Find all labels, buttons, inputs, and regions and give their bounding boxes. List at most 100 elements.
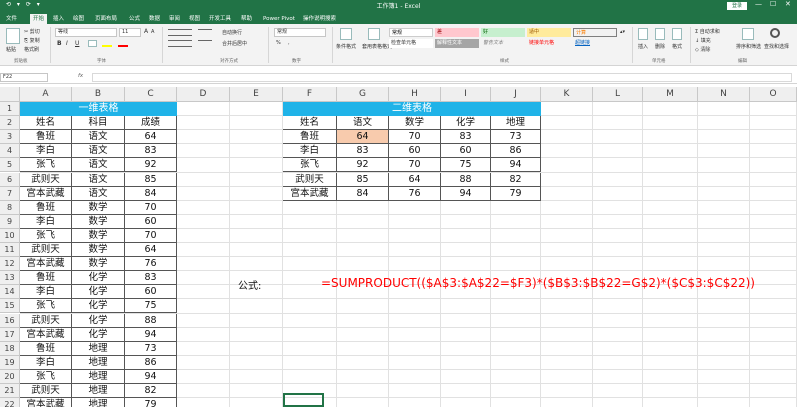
column-header[interactable]: B: [72, 87, 125, 102]
table1-cell[interactable]: 70: [125, 228, 177, 243]
format-as-table-icon[interactable]: [368, 28, 380, 40]
table2-cell[interactable]: 60: [441, 144, 491, 159]
table1-cell[interactable]: 武则天: [20, 384, 72, 399]
tab-power-pivot[interactable]: Power Pivot: [260, 14, 298, 24]
table2-cell[interactable]: 75: [441, 158, 491, 173]
table1-cell[interactable]: 化学: [72, 327, 125, 342]
merge-center-button[interactable]: 合并后居中: [222, 40, 247, 47]
table1-cell[interactable]: 76: [125, 257, 177, 272]
column-header[interactable]: J: [491, 87, 541, 102]
table2-cell[interactable]: 70: [389, 130, 441, 145]
maximize-icon[interactable]: ☐: [770, 0, 776, 8]
table1-cell[interactable]: 化学: [72, 299, 125, 314]
column-header[interactable]: G: [337, 87, 389, 102]
table2-cell[interactable]: 92: [337, 158, 389, 173]
column-header[interactable]: H: [389, 87, 441, 102]
table2-header[interactable]: 地理: [491, 116, 541, 131]
row-header[interactable]: 14: [0, 285, 20, 300]
row-header[interactable]: 18: [0, 341, 20, 356]
table1-cell[interactable]: 张飞: [20, 369, 72, 384]
table1-cell[interactable]: 地理: [72, 398, 125, 407]
column-header[interactable]: E: [230, 87, 283, 102]
tab-developer[interactable]: 开发工具: [206, 14, 234, 24]
table1-cell[interactable]: 地理: [72, 341, 125, 356]
delete-cells-button[interactable]: 删除: [655, 43, 665, 50]
table1-cell[interactable]: 83: [125, 144, 177, 159]
underline-button[interactable]: U: [75, 40, 79, 47]
conditional-format-icon[interactable]: [340, 28, 352, 40]
table1-cell[interactable]: 数学: [72, 228, 125, 243]
fx-icon[interactable]: fx: [78, 73, 83, 79]
orientation-icon[interactable]: [198, 29, 212, 36]
tell-me-search[interactable]: 操作说明搜索: [300, 14, 339, 24]
delete-cells-icon[interactable]: [655, 28, 665, 40]
table1-header[interactable]: 姓名: [20, 116, 72, 131]
table1-cell[interactable]: 地理: [72, 369, 125, 384]
tab-view[interactable]: 视图: [186, 14, 203, 24]
table2-cell[interactable]: 73: [491, 130, 541, 145]
tab-page-layout[interactable]: 页面布局: [92, 14, 120, 24]
column-header[interactable]: K: [541, 87, 593, 102]
paste-icon[interactable]: [6, 28, 20, 44]
table1-cell[interactable]: 83: [125, 271, 177, 286]
table1-cell[interactable]: 86: [125, 355, 177, 370]
fill-button[interactable]: ↓ 填充: [695, 37, 711, 44]
insert-cells-button[interactable]: 插入: [638, 43, 648, 50]
tab-home[interactable]: 开始: [30, 14, 48, 24]
styles-scroll-icon[interactable]: ▴▾: [620, 29, 625, 35]
table2-header[interactable]: 姓名: [283, 116, 337, 131]
table1-cell[interactable]: 李白: [20, 285, 72, 300]
table1-cell[interactable]: 数学: [72, 257, 125, 272]
row-header[interactable]: 22: [0, 398, 20, 407]
style-normal[interactable]: 常规: [389, 28, 433, 37]
table2-cell[interactable]: 60: [389, 144, 441, 159]
table1-cell[interactable]: 数学: [72, 214, 125, 229]
table2-cell[interactable]: 张飞: [283, 158, 337, 173]
table1-cell[interactable]: 张飞: [20, 299, 72, 314]
style-hyperlink[interactable]: 超链接: [573, 39, 617, 48]
align-top-icon[interactable]: [168, 29, 192, 36]
minimize-icon[interactable]: —: [755, 0, 762, 8]
table2-cell[interactable]: 83: [337, 144, 389, 159]
row-header[interactable]: 15: [0, 299, 20, 314]
select-all-corner[interactable]: [0, 87, 20, 102]
table1-cell[interactable]: 李白: [20, 144, 72, 159]
copy-button[interactable]: ⎘ 复制: [24, 37, 40, 44]
format-painter-button[interactable]: 格式刷: [24, 46, 39, 53]
table1-cell[interactable]: 64: [125, 130, 177, 145]
style-calculation[interactable]: 计算: [573, 28, 617, 37]
table2-cell[interactable]: 76: [389, 186, 441, 201]
insert-cells-icon[interactable]: [638, 28, 648, 40]
table1-cell[interactable]: 语文: [72, 158, 125, 173]
table2-cell[interactable]: 83: [441, 130, 491, 145]
row-header[interactable]: 19: [0, 355, 20, 370]
table2-cell[interactable]: 94: [441, 186, 491, 201]
percent-button[interactable]: %: [276, 40, 281, 46]
find-select-icon[interactable]: [770, 28, 780, 38]
table2-cell[interactable]: 82: [491, 172, 541, 187]
table1-cell[interactable]: 化学: [72, 313, 125, 328]
shrink-font-button[interactable]: A: [151, 29, 154, 35]
table1-cell[interactable]: 73: [125, 341, 177, 356]
close-icon[interactable]: ✕: [785, 0, 791, 8]
table1-cell[interactable]: 张飞: [20, 158, 72, 173]
tab-formulas[interactable]: 公式: [126, 14, 143, 24]
tab-help[interactable]: 帮助: [238, 14, 255, 24]
format-cells-button[interactable]: 格式: [672, 43, 682, 50]
signin-button[interactable]: 登录: [727, 2, 747, 10]
table1-cell[interactable]: 94: [125, 369, 177, 384]
number-format-select[interactable]: 常规: [274, 28, 326, 37]
format-as-table-button[interactable]: 套用表格格式: [362, 43, 392, 50]
table2-cell[interactable]: 85: [337, 172, 389, 187]
border-icon[interactable]: [88, 40, 97, 47]
table2-header[interactable]: 化学: [441, 116, 491, 131]
table2-cell[interactable]: 79: [491, 186, 541, 201]
column-header[interactable]: N: [698, 87, 750, 102]
indent-icon[interactable]: [198, 40, 212, 47]
table1-cell[interactable]: 地理: [72, 384, 125, 399]
table2-cell[interactable]: 武则天: [283, 172, 337, 187]
table1-cell[interactable]: 宫本武藏: [20, 257, 72, 272]
row-header[interactable]: 11: [0, 243, 20, 258]
conditional-format-button[interactable]: 条件格式: [336, 43, 356, 50]
tab-draw[interactable]: 绘图: [70, 14, 87, 24]
